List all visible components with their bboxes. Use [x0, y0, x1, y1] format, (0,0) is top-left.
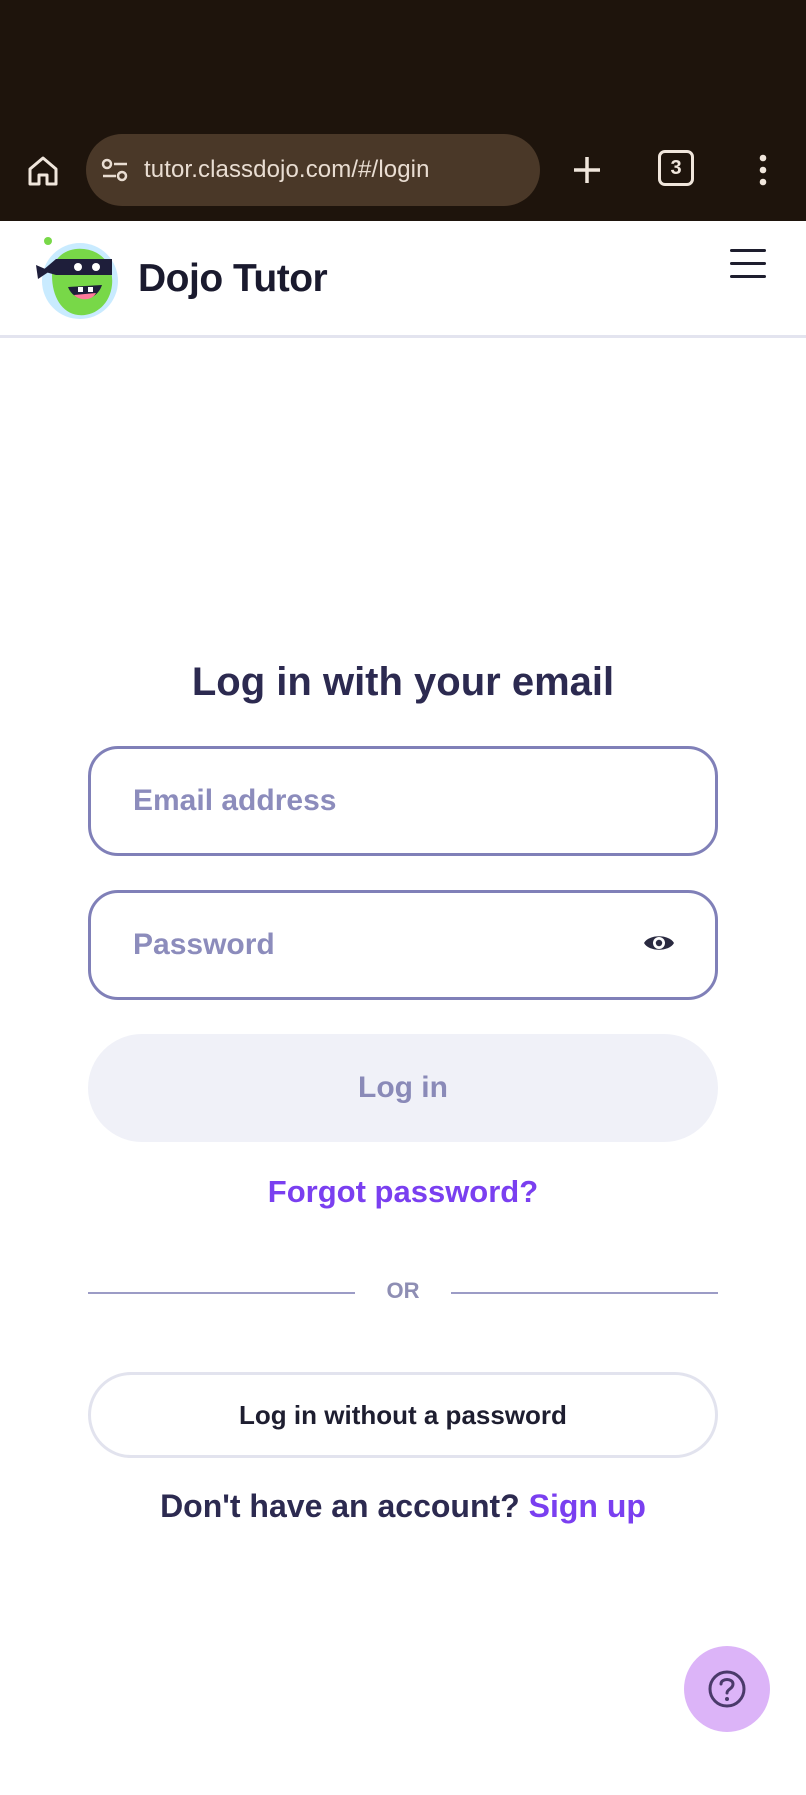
- login-button[interactable]: Log in: [88, 1034, 718, 1142]
- home-icon[interactable]: [22, 150, 64, 192]
- email-field[interactable]: [88, 746, 718, 856]
- help-question-icon: [708, 1670, 746, 1708]
- status-bar-area: [0, 0, 806, 120]
- signup-prompt: Don't have an account?: [160, 1488, 529, 1524]
- brand-name[interactable]: Dojo Tutor: [138, 257, 328, 301]
- help-button[interactable]: [684, 1646, 770, 1732]
- tab-switcher-icon[interactable]: 3: [658, 150, 694, 186]
- signup-link[interactable]: Sign up: [529, 1488, 646, 1524]
- browser-toolbar: tutor.classdojo.com/#/login 3: [0, 120, 806, 221]
- forgot-password-link[interactable]: Forgot password?: [0, 1174, 806, 1210]
- hamburger-menu-icon[interactable]: [730, 249, 766, 279]
- signup-row: Don't have an account? Sign up: [0, 1488, 806, 1525]
- password-input[interactable]: [133, 893, 633, 997]
- dojo-monster-logo[interactable]: [34, 235, 124, 321]
- login-without-password-button[interactable]: Log in without a password: [88, 1372, 718, 1458]
- url-text[interactable]: tutor.classdojo.com/#/login: [144, 156, 430, 184]
- or-text: OR: [386, 1278, 420, 1303]
- password-field[interactable]: [88, 890, 718, 1000]
- show-password-eye-icon[interactable]: [643, 931, 675, 959]
- login-title: Log in with your email: [191, 660, 615, 704]
- tab-count: 3: [670, 156, 682, 179]
- address-bar[interactable]: tutor.classdojo.com/#/login: [86, 134, 540, 206]
- more-menu-icon[interactable]: [748, 146, 778, 194]
- email-input[interactable]: [133, 749, 633, 853]
- site-settings-icon[interactable]: [100, 155, 130, 185]
- new-tab-icon[interactable]: [565, 148, 609, 192]
- site-header: Dojo Tutor: [0, 221, 806, 338]
- divider-line-right: [451, 1292, 718, 1294]
- or-divider: OR: [88, 1274, 718, 1310]
